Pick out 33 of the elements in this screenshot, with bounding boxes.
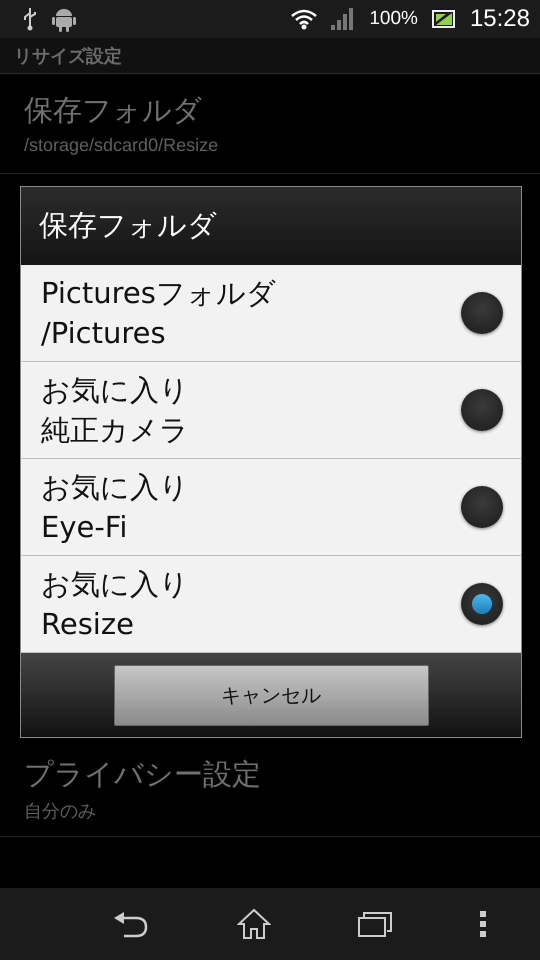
signal-icon: [331, 8, 356, 30]
setting-title: プライバシー設定: [24, 756, 262, 792]
wifi-icon: [291, 8, 318, 30]
option-label: お気に入り: [41, 566, 190, 603]
setting-title: 保存フォルダ: [24, 92, 203, 129]
folder-option[interactable]: お気に入り 純正カメラ: [21, 362, 521, 459]
usb-icon: [22, 7, 38, 31]
folder-option[interactable]: お気に入り Eye-Fi: [21, 459, 521, 556]
setting-summary: /storage/sdcard0/Resize: [24, 135, 220, 156]
back-icon[interactable]: [114, 910, 150, 938]
option-label: お気に入り: [41, 469, 190, 506]
option-path: Eye-Fi: [41, 509, 128, 546]
battery-percent: 100%: [369, 8, 418, 30]
radio-button[interactable]: [461, 486, 503, 528]
radio-button[interactable]: [461, 389, 503, 431]
android-icon: [52, 6, 76, 32]
setting-summary: 自分のみ: [24, 800, 97, 822]
folder-option[interactable]: Picturesフォルダ /Pictures: [21, 265, 521, 362]
option-label: Picturesフォルダ: [41, 275, 277, 312]
menu-icon[interactable]: [478, 911, 486, 937]
section-title: リサイズ設定: [14, 44, 122, 68]
radio-button[interactable]: [461, 292, 503, 334]
clock: 15:28: [470, 5, 530, 33]
option-path: 純正カメラ: [41, 412, 190, 449]
recent-apps-icon[interactable]: [358, 911, 392, 937]
cancel-button[interactable]: キャンセル: [114, 664, 428, 726]
option-path: Resize: [41, 606, 135, 643]
radio-button[interactable]: [461, 583, 503, 625]
option-path: /Pictures: [41, 315, 167, 352]
home-icon[interactable]: [236, 908, 270, 940]
dialog-title: 保存フォルダ: [39, 207, 217, 244]
battery-icon: [432, 10, 456, 28]
option-label: お気に入り: [41, 372, 190, 409]
